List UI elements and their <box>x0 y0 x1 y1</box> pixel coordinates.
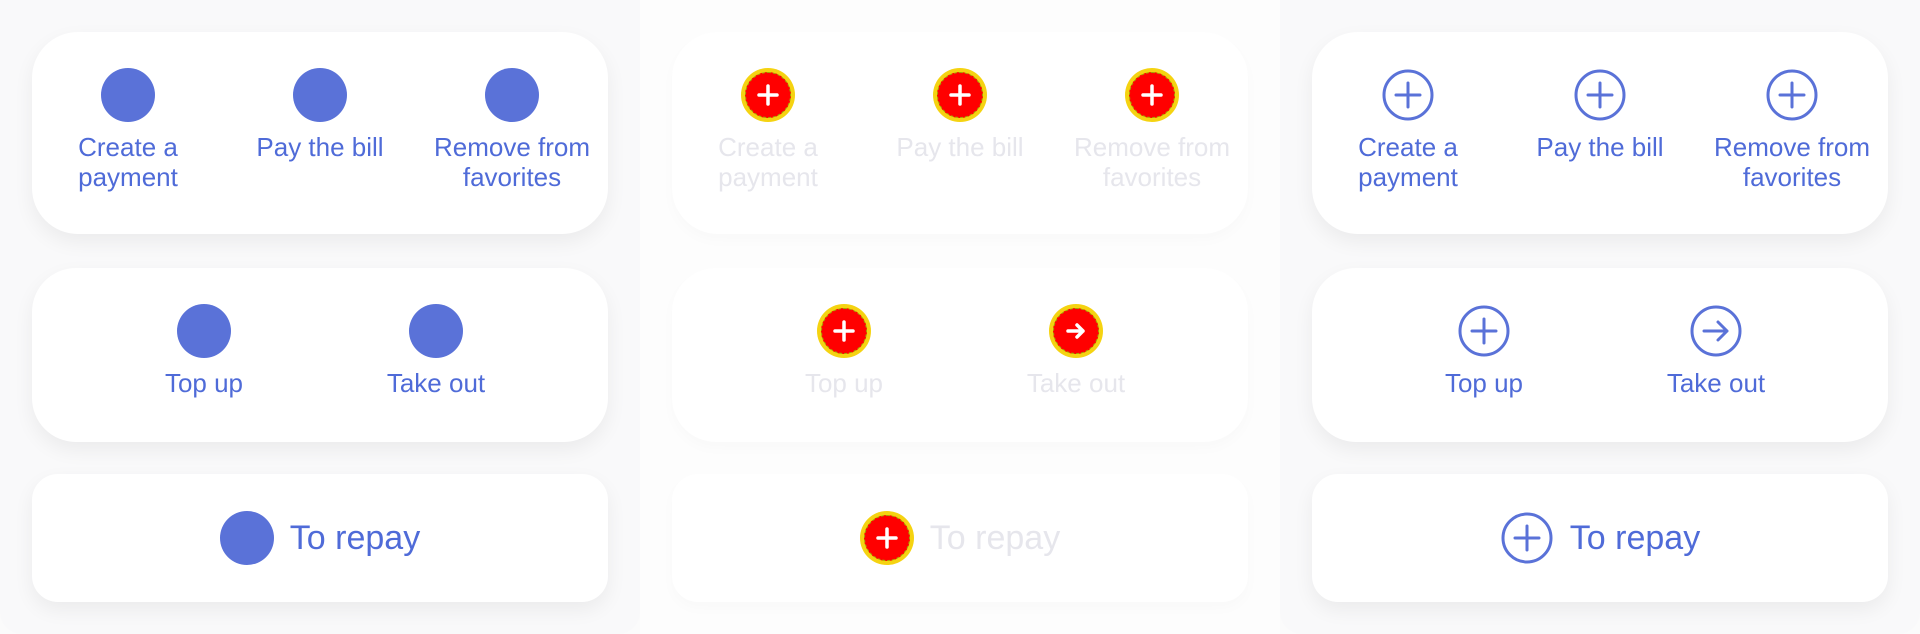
arrow-right-circle-icon <box>1049 304 1103 358</box>
pay-bill-label: Pay the bill <box>896 132 1024 162</box>
actions-card-row1: Create a payment Pay the bill Remove fro… <box>32 32 608 234</box>
remove-favorites-label: Remove from favorites <box>433 132 591 192</box>
actions-card-row2-outline: Top up Take out <box>1312 268 1888 442</box>
top-up-button[interactable]: Top up <box>1368 268 1600 398</box>
to-repay-label: To repay <box>289 519 421 557</box>
plus-circle-icon <box>741 68 795 122</box>
create-payment-button[interactable]: Create a payment <box>672 32 864 192</box>
take-out-button[interactable]: Take out <box>320 268 552 398</box>
plus-circle-icon <box>1766 69 1818 121</box>
column-3: Create a payment Pay the bill Remove fro… <box>1280 0 1920 634</box>
remove-favorites-button[interactable]: Remove from favorites <box>1696 32 1888 192</box>
pay-bill-label: Pay the bill <box>256 132 384 162</box>
circle-icon <box>409 304 463 358</box>
take-out-label: Take out <box>1026 368 1126 398</box>
circle-icon <box>485 68 539 122</box>
to-repay-label: To repay <box>929 519 1061 557</box>
take-out-button[interactable]: Take out <box>1600 268 1832 398</box>
actions-card-row2-highlight: Top up Take out <box>672 268 1248 442</box>
take-out-button[interactable]: Take out <box>960 268 1192 398</box>
arrow-right-circle-icon <box>1690 305 1742 357</box>
actions-card-row2: Top up Take out <box>32 268 608 442</box>
pay-bill-button[interactable]: Pay the bill <box>224 32 416 162</box>
to-repay-button[interactable]: To repay <box>1500 511 1700 565</box>
pay-bill-button[interactable]: Pay the bill <box>864 32 1056 162</box>
circle-icon <box>219 511 274 565</box>
plus-circle-icon <box>1125 68 1179 122</box>
column-2: Create a payment Pay the bill Remove fro… <box>640 0 1280 634</box>
create-payment-label: Create a payment <box>78 132 178 192</box>
plus-circle-icon <box>817 304 871 358</box>
top-up-button[interactable]: Top up <box>88 268 320 398</box>
to-repay-card[interactable]: To repay <box>32 474 608 602</box>
circle-icon <box>177 304 231 358</box>
take-out-label: Take out <box>1666 368 1766 398</box>
to-repay-label: To repay <box>1569 519 1701 557</box>
to-repay-button[interactable]: To repay <box>219 511 421 565</box>
to-repay-card-highlight[interactable]: To repay <box>672 474 1248 602</box>
take-out-label: Take out <box>386 368 486 398</box>
top-up-button[interactable]: Top up <box>728 268 960 398</box>
plus-circle-icon <box>1574 69 1626 121</box>
plus-circle-icon <box>859 511 914 565</box>
remove-favorites-label: Remove from favorites <box>1713 132 1871 192</box>
create-payment-button[interactable]: Create a payment <box>32 32 224 192</box>
plus-circle-icon <box>1382 69 1434 121</box>
remove-favorites-label: Remove from favorites <box>1073 132 1231 192</box>
remove-favorites-button[interactable]: Remove from favorites <box>416 32 608 192</box>
actions-card-row1-highlight: Create a payment Pay the bill Remove fro… <box>672 32 1248 234</box>
to-repay-button[interactable]: To repay <box>859 511 1061 565</box>
plus-circle-icon <box>1501 512 1553 564</box>
to-repay-card-outline[interactable]: To repay <box>1312 474 1888 602</box>
top-up-label: Top up <box>804 368 884 398</box>
plus-circle-icon <box>1458 305 1510 357</box>
top-up-label: Top up <box>1444 368 1524 398</box>
actions-card-row1-outline: Create a payment Pay the bill Remove fro… <box>1312 32 1888 234</box>
circle-icon <box>101 68 155 122</box>
plus-circle-icon <box>933 68 987 122</box>
create-payment-button[interactable]: Create a payment <box>1312 32 1504 192</box>
remove-favorites-button[interactable]: Remove from favorites <box>1056 32 1248 192</box>
top-up-label: Top up <box>164 368 244 398</box>
circle-icon <box>293 68 347 122</box>
pay-bill-label: Pay the bill <box>1536 132 1664 162</box>
create-payment-label: Create a payment <box>1358 132 1458 192</box>
create-payment-label: Create a payment <box>718 132 818 192</box>
column-1: Create a payment Pay the bill Remove fro… <box>0 0 640 634</box>
pay-bill-button[interactable]: Pay the bill <box>1504 32 1696 162</box>
